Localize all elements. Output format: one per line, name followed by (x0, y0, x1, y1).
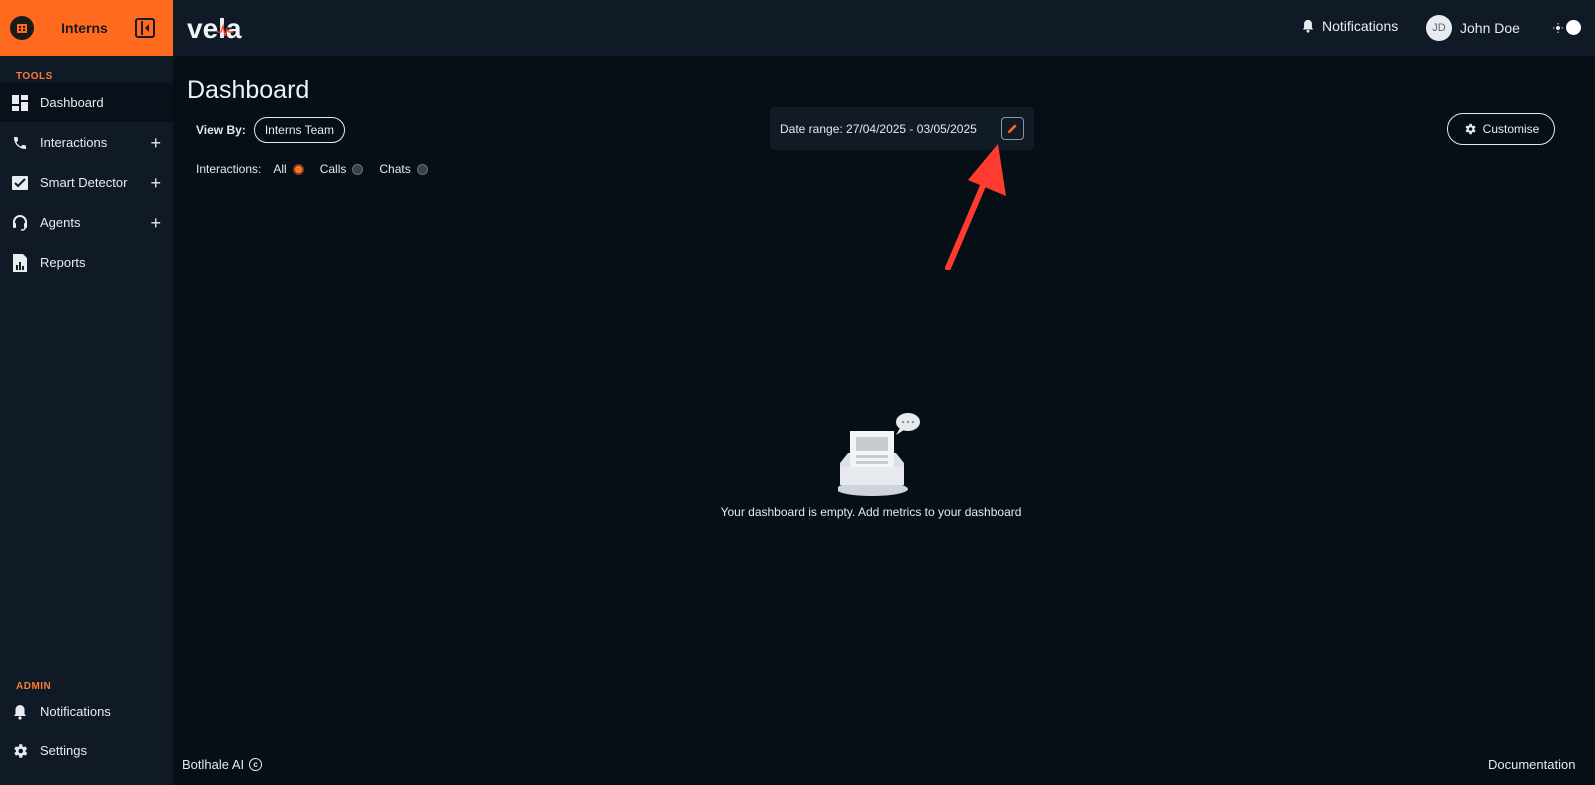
annotation-arrow (940, 140, 1010, 275)
edit-date-range-button[interactable] (1001, 117, 1024, 140)
sidebar-item-dashboard[interactable]: Dashboard (0, 83, 173, 122)
org-header: Interns (0, 0, 173, 56)
headset-icon (11, 214, 29, 232)
radio-chats[interactable] (416, 163, 428, 175)
sidebar-item-agents[interactable]: Agents + (0, 203, 173, 242)
sidebar-item-smart-detector[interactable]: Smart Detector + (0, 163, 173, 202)
empty-dashboard-illustration (836, 413, 928, 503)
notifications-button[interactable]: Notifications (1301, 18, 1398, 34)
filter-all-label: All (273, 162, 287, 176)
sidebar-item-settings[interactable]: Settings (0, 731, 173, 770)
sidebar-item-label: Smart Detector (40, 175, 128, 190)
customise-button[interactable]: Customise (1447, 113, 1555, 145)
expand-plus-icon[interactable]: + (150, 134, 161, 152)
expand-plus-icon[interactable]: + (150, 174, 161, 192)
view-by: View By: Interns Team (196, 117, 345, 143)
avatar: JD (1426, 15, 1452, 41)
copyright-icon: c (249, 758, 263, 771)
radio-calls[interactable] (352, 163, 364, 175)
admin-section-label: ADMIN (16, 681, 52, 692)
phone-icon (11, 134, 29, 152)
radio-all[interactable] (292, 163, 304, 175)
sidebar-item-reports[interactable]: Reports (0, 243, 173, 282)
notifications-label: Notifications (1322, 18, 1399, 34)
view-by-team-chip[interactable]: Interns Team (253, 117, 345, 143)
top-bar: vela Notifications JD John Doe (173, 0, 1595, 56)
documentation-link[interactable]: Documentation (1488, 757, 1575, 772)
sidebar-item-label: Settings (40, 743, 87, 758)
tools-section-label: TOOLS (16, 71, 53, 82)
filter-all[interactable]: All (273, 162, 304, 176)
interactions-label: Interactions: (196, 162, 262, 176)
bell-icon (11, 703, 29, 721)
date-range-text: Date range: 27/04/2025 - 03/05/2025 (780, 121, 977, 136)
gear-icon (11, 742, 29, 760)
filter-chats[interactable]: Chats (379, 162, 428, 176)
chart-check-icon (11, 174, 29, 192)
sidebar: Interns TOOLS Dashboard Interactions + S… (0, 0, 173, 785)
report-icon (11, 253, 29, 272)
customise-label: Customise (1482, 122, 1540, 136)
filter-calls-label: Calls (319, 162, 347, 176)
pencil-icon (1007, 123, 1018, 134)
bell-icon (1301, 18, 1315, 34)
empty-state-message: Your dashboard is empty. Add metrics to … (720, 505, 1022, 519)
gear-icon (1463, 122, 1477, 136)
org-name: Interns (61, 20, 108, 36)
company-name: Botlhale AI (182, 757, 245, 772)
org-logo-icon (10, 16, 34, 40)
sidebar-item-label: Agents (40, 215, 81, 230)
sidebar-item-notifications[interactable]: Notifications (0, 692, 173, 731)
filter-chats-label: Chats (379, 162, 411, 176)
footer-company: Botlhale AI c (182, 757, 263, 772)
sidebar-item-interactions[interactable]: Interactions + (0, 123, 173, 162)
page-title: Dashboard (187, 76, 310, 104)
user-menu[interactable]: JD John Doe (1426, 15, 1520, 41)
collapse-sidebar-icon[interactable] (135, 18, 155, 38)
filter-calls[interactable]: Calls (320, 162, 364, 176)
theme-toggle[interactable] (1553, 20, 1581, 35)
sidebar-item-label: Dashboard (40, 95, 104, 110)
interactions-filter: Interactions: All Calls Chats (196, 162, 428, 176)
sidebar-item-label: Interactions (40, 135, 108, 150)
user-name: John Doe (1460, 20, 1520, 36)
sidebar-item-label: Reports (40, 255, 86, 270)
view-by-label: View By: (196, 123, 246, 137)
toggle-knob (1566, 20, 1581, 35)
sun-icon (1553, 22, 1563, 33)
sidebar-item-label: Notifications (40, 704, 111, 719)
dashboard-icon (11, 94, 29, 112)
brand-text: vela (187, 13, 242, 44)
expand-plus-icon[interactable]: + (150, 214, 161, 232)
brand-logo[interactable]: vela (187, 12, 277, 49)
